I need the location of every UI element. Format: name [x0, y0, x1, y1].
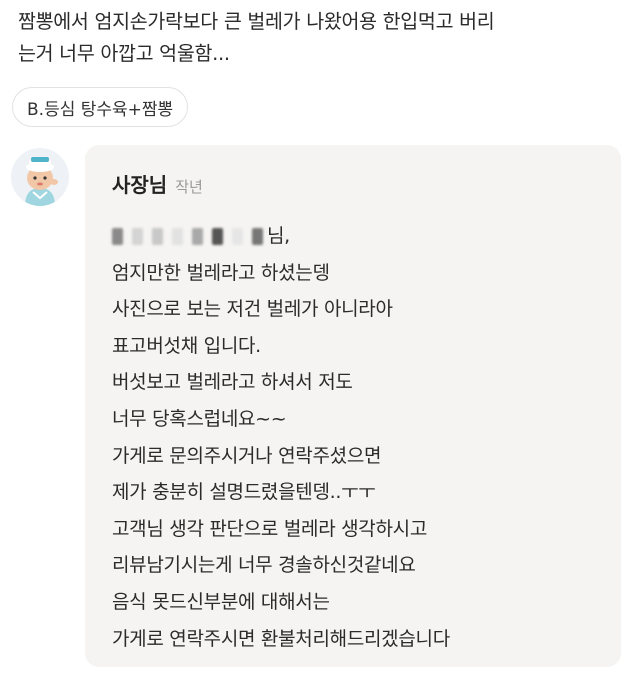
review-line-2: 는거 너무 아깝고 억울함...	[18, 42, 230, 65]
reply-line: 고객님 생각 판단으로 벌레라 생각하시고	[112, 517, 428, 540]
reply-greeting: 님,	[112, 218, 612, 255]
menu-chip-label: B.등심 탕수육+짬뽕	[27, 99, 174, 120]
reply-line: 표고버섯채 입니다.	[112, 334, 261, 357]
greeting-suffix: 님,	[267, 225, 290, 247]
reply-line: 제가 충분히 설명드렸을텐뎅..ㅜㅜ	[112, 481, 376, 504]
menu-chip[interactable]: B.등심 탕수육+짬뽕	[12, 87, 189, 127]
reply-line: 엄지만한 벌레라고 하셨는뎅	[112, 261, 330, 284]
reply-line: 음식 못드신부분에 대해서는	[112, 590, 330, 613]
reply-header: 사장님 작년	[112, 169, 203, 198]
redacted-customer-name	[112, 227, 263, 245]
owner-avatar-icon	[11, 148, 69, 206]
reply-line: 사진으로 보는 저건 벌레가 아니라아	[112, 298, 393, 321]
reply-line: 버섯보고 벌레라고 하셔서 저도	[112, 371, 353, 394]
owner-avatar[interactable]	[11, 148, 69, 206]
reply-body: 님, 엄지만한 벌레라고 하셨는뎅 사진으로 보는 저건 벌레가 아니라아 표고…	[112, 218, 612, 657]
owner-reply-card: 사장님 작년 님, 엄지만한 벌레라고 하셨는뎅 사진으로 보는 저건 벌레가 …	[85, 145, 621, 667]
reply-line: 가게로 연락주시면 환불처리해드리겠습니다	[112, 627, 450, 650]
review-text: 짬뽕에서 엄지손가락보다 큰 벌레가 나왔어용 한입먹고 버리 는거 너무 아깝…	[18, 6, 618, 70]
reply-line: 리뷰남기시는게 너무 경솔하신것같네요	[112, 554, 416, 577]
reply-line: 너무 당혹스럽네요~~	[112, 407, 287, 430]
reply-timestamp: 작년	[175, 178, 203, 196]
review-line-1: 짬뽕에서 엄지손가락보다 큰 벌레가 나왔어용 한입먹고 버리	[18, 10, 495, 33]
owner-name: 사장님	[112, 173, 168, 197]
reply-line: 가게로 문의주시거나 연락주셨으면	[112, 444, 382, 467]
